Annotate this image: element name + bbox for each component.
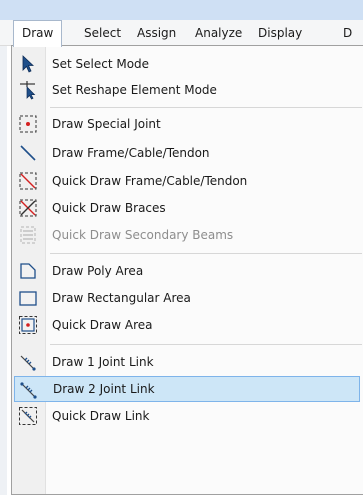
menu-display[interactable]: Display — [250, 20, 310, 46]
menu-item-draw-rectangular-area[interactable]: Draw Rectangular Area — [14, 285, 360, 311]
menu-design-partial[interactable]: D — [335, 20, 360, 46]
rect-area-icon — [18, 288, 38, 308]
draw-menu-dropdown: Set Select Mode Set Reshape Element Mode… — [11, 45, 363, 495]
menu-item-quick-draw-braces[interactable]: Quick Draw Braces — [14, 195, 360, 221]
menu-separator — [50, 107, 362, 108]
menu-item-quick-draw-area[interactable]: Quick Draw Area — [14, 312, 360, 338]
menu-draw[interactable]: Draw — [13, 20, 63, 47]
quick-frame-icon — [18, 171, 38, 191]
menu-item-label: Quick Draw Braces — [52, 201, 166, 215]
menu-item-quick-draw-frame-cable-tendon[interactable]: Quick Draw Frame/Cable/Tendon — [14, 168, 360, 194]
quick-link-icon — [18, 406, 38, 426]
menu-item-label: Draw Poly Area — [52, 264, 144, 278]
menu-item-draw-2-joint-link[interactable]: Draw 2 Joint Link — [14, 376, 360, 402]
menu-item-draw-poly-area[interactable]: Draw Poly Area — [14, 258, 360, 284]
menu-item-draw-frame-cable-tendon[interactable]: Draw Frame/Cable/Tendon — [14, 140, 360, 166]
menu-item-label: Quick Draw Link — [52, 409, 150, 423]
menu-item-set-reshape-element-mode[interactable]: Set Reshape Element Mode — [14, 77, 360, 103]
menu-select[interactable]: Select — [76, 20, 129, 46]
menu-bar: Draw Select Assign Analyze Display D — [0, 20, 363, 47]
special-joint-icon — [18, 114, 38, 134]
frame-line-icon — [18, 143, 38, 163]
two-joint-link-icon — [19, 380, 39, 400]
background-panel-edge — [0, 46, 7, 495]
menu-item-label: Draw 2 Joint Link — [53, 382, 155, 396]
menu-separator — [50, 253, 362, 254]
menu-analyze[interactable]: Analyze — [187, 20, 250, 46]
menu-item-draw-1-joint-link[interactable]: Draw 1 Joint Link — [14, 349, 360, 375]
menu-item-label: Draw Rectangular Area — [52, 291, 191, 305]
poly-area-icon — [18, 261, 38, 281]
reshape-pointer-icon — [18, 80, 38, 100]
menu-item-label: Quick Draw Frame/Cable/Tendon — [52, 174, 248, 188]
menu-item-label: Quick Draw Secondary Beams — [52, 228, 234, 242]
menu-item-quick-draw-secondary-beams: Quick Draw Secondary Beams — [14, 222, 360, 248]
menu-item-label: Set Select Mode — [52, 57, 150, 71]
menu-item-label: Quick Draw Area — [52, 318, 153, 332]
menu-item-draw-special-joint[interactable]: Draw Special Joint — [14, 111, 360, 137]
one-joint-link-icon — [18, 352, 38, 372]
menu-separator — [50, 344, 362, 345]
quick-area-icon — [18, 315, 38, 335]
menu-item-label: Draw Special Joint — [52, 117, 161, 131]
pointer-arrow-icon — [18, 54, 38, 74]
menu-assign[interactable]: Assign — [129, 20, 184, 46]
secondary-beams-icon — [18, 225, 38, 245]
menu-item-set-select-mode[interactable]: Set Select Mode — [14, 51, 360, 77]
window-title-strip — [0, 0, 363, 20]
menu-item-label: Set Reshape Element Mode — [52, 83, 217, 97]
menu-item-label: Draw Frame/Cable/Tendon — [52, 146, 210, 160]
menu-item-label: Draw 1 Joint Link — [52, 355, 154, 369]
menu-item-quick-draw-link[interactable]: Quick Draw Link — [14, 403, 360, 429]
braces-icon — [18, 198, 38, 218]
